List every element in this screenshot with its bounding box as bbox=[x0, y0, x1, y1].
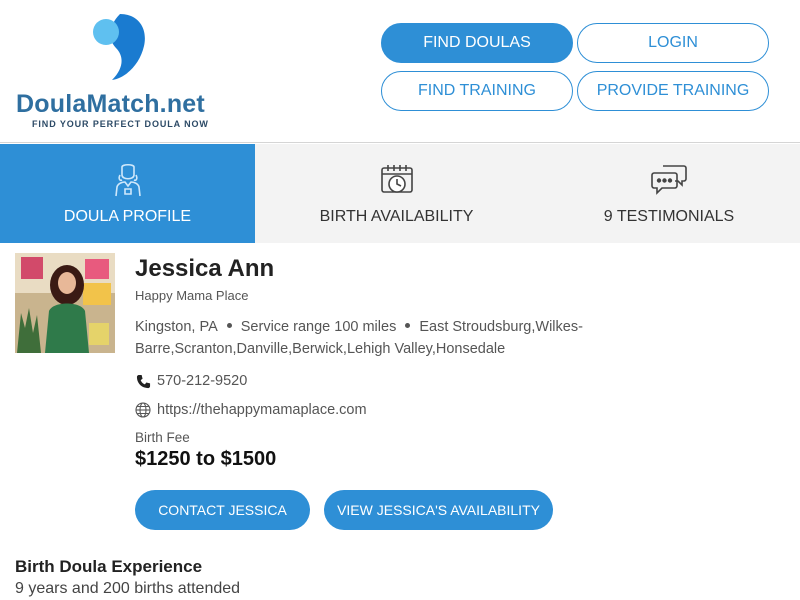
logo-mark-icon bbox=[93, 14, 145, 80]
tab-label: DOULA PROFILE bbox=[63, 208, 192, 225]
doula-photo bbox=[15, 253, 115, 353]
phone-number[interactable]: 570-212-9520 bbox=[157, 373, 247, 389]
phone-icon bbox=[135, 373, 151, 389]
separator-dot bbox=[226, 323, 232, 329]
service-range: Service range 100 miles bbox=[240, 319, 397, 335]
tab-testimonials[interactable]: 9 TESTIMONIALS bbox=[538, 144, 800, 243]
doula-name: Jessica Ann bbox=[135, 255, 275, 282]
tab-label: BIRTH AVAILABILITY bbox=[319, 208, 474, 225]
logo-tagline: FIND YOUR PERFECT DOULA NOW bbox=[32, 119, 209, 129]
chat-bubbles-icon bbox=[651, 162, 687, 198]
logo-wordmark: DoulaMatch.net bbox=[16, 90, 205, 118]
site-header: DoulaMatch.net FIND YOUR PERFECT DOULA N… bbox=[0, 0, 800, 143]
phone-row: 570-212-9520 bbox=[135, 373, 247, 389]
provide-training-button[interactable]: PROVIDE TRAINING bbox=[577, 71, 769, 111]
view-availability-button[interactable]: VIEW JESSICA'S AVAILABILITY bbox=[324, 490, 553, 530]
experience-title: Birth Doula Experience bbox=[15, 557, 203, 576]
location-info: Kingston, PA Service range 100 miles East … bbox=[135, 316, 605, 360]
profile-tabs: DOULA PROFILE BIRTH AVAILABILITY 9 TESTI… bbox=[0, 144, 800, 243]
fee-label: Birth Fee bbox=[135, 430, 190, 445]
tab-birth-availability[interactable]: BIRTH AVAILABILITY bbox=[255, 144, 538, 243]
tab-label: 9 TESTIMONIALS bbox=[603, 208, 735, 225]
experience-value: 9 years and 200 births attended bbox=[15, 580, 241, 597]
contact-button[interactable]: CONTACT JESSICA bbox=[135, 490, 310, 530]
find-training-button[interactable]: FIND TRAINING bbox=[381, 71, 573, 111]
website-row: https://thehappymamaplace.com bbox=[135, 402, 367, 418]
calendar-clock-icon bbox=[379, 162, 415, 198]
site-logo[interactable]: DoulaMatch.net FIND YOUR PERFECT DOULA N… bbox=[16, 10, 226, 135]
find-doulas-button[interactable]: FIND DOULAS bbox=[381, 23, 573, 63]
doula-person-icon bbox=[110, 162, 146, 198]
separator-dot bbox=[405, 323, 411, 329]
tab-doula-profile[interactable]: DOULA PROFILE bbox=[0, 144, 255, 243]
city: Kingston, PA bbox=[135, 319, 218, 335]
website-link[interactable]: https://thehappymamaplace.com bbox=[157, 402, 367, 418]
fee-value: $1250 to $1500 bbox=[135, 448, 277, 470]
globe-icon bbox=[135, 402, 151, 418]
business-name: Happy Mama Place bbox=[135, 288, 249, 303]
login-button[interactable]: LOGIN bbox=[577, 23, 769, 63]
